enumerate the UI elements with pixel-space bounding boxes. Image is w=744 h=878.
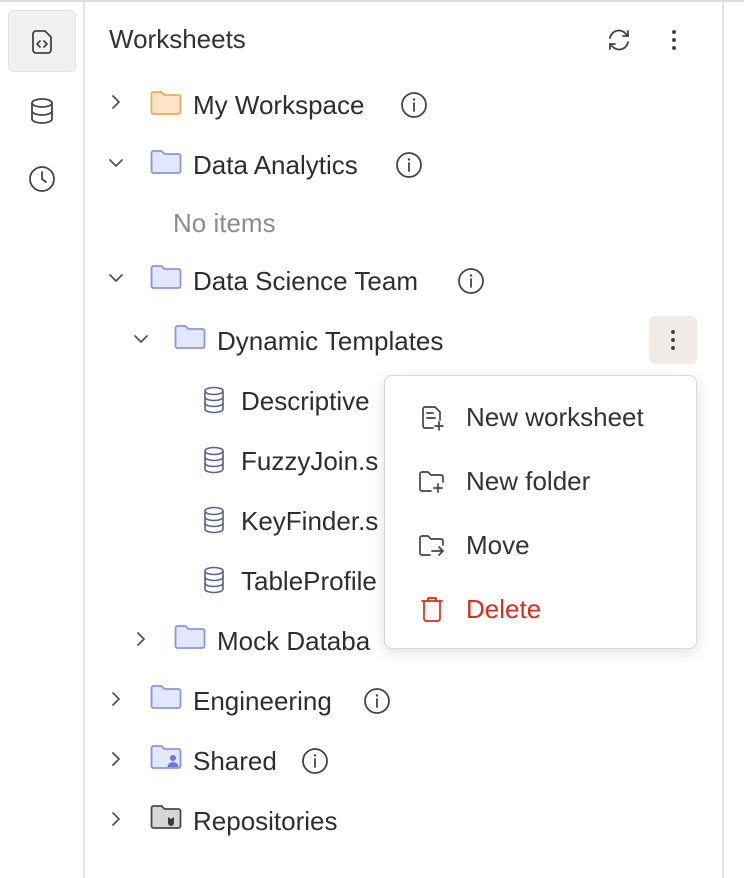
tree-item-label: FuzzyJoin.s bbox=[241, 446, 379, 476]
menu-item-label: Move bbox=[466, 529, 530, 560]
refresh-button[interactable] bbox=[601, 22, 637, 58]
tree-item-label: Engineering bbox=[193, 686, 332, 716]
tree-item-label: TableProfile bbox=[241, 566, 377, 596]
menu-item-label: New worksheet bbox=[466, 401, 644, 432]
chevron-right-icon[interactable] bbox=[106, 689, 126, 709]
info-icon[interactable] bbox=[400, 91, 428, 119]
database-file-icon bbox=[204, 446, 224, 474]
folder-icon bbox=[150, 685, 182, 709]
database-icon bbox=[31, 98, 53, 124]
chevron-right-icon[interactable] bbox=[131, 629, 151, 649]
chevron-down-icon[interactable] bbox=[131, 329, 151, 349]
folder-more-button[interactable] bbox=[649, 316, 697, 364]
tree-item-label: Mock Databa bbox=[217, 626, 371, 656]
new-worksheet-icon bbox=[422, 406, 444, 431]
move-folder-icon bbox=[419, 535, 444, 556]
top-border bbox=[0, 0, 744, 2]
folder-icon bbox=[150, 265, 182, 289]
databases-rail-button[interactable] bbox=[8, 80, 76, 142]
refresh-icon bbox=[609, 29, 629, 51]
chevron-right-icon[interactable] bbox=[106, 92, 126, 112]
trash-icon bbox=[421, 597, 443, 622]
info-icon[interactable] bbox=[301, 747, 329, 775]
tree-item-label: KeyFinder.s bbox=[241, 506, 379, 536]
tree-item-label: Data Analytics bbox=[193, 150, 358, 180]
folder-icon bbox=[174, 325, 206, 349]
worksheets-rail-button[interactable] bbox=[8, 10, 76, 72]
chevron-down-icon[interactable] bbox=[106, 268, 126, 288]
folder-context-menu: New worksheet New folder Move Delete bbox=[384, 375, 697, 649]
tree-item-label: Shared bbox=[193, 746, 277, 776]
folder-icon bbox=[150, 150, 182, 174]
info-icon[interactable] bbox=[363, 687, 391, 715]
database-file-icon bbox=[204, 566, 224, 594]
new-folder-icon bbox=[419, 471, 444, 493]
chevron-right-icon[interactable] bbox=[106, 809, 126, 829]
database-file-icon bbox=[204, 386, 224, 414]
tree-item-label: Dynamic Templates bbox=[217, 326, 444, 356]
more-vertical-icon bbox=[671, 330, 675, 350]
activity-rail bbox=[0, 2, 85, 878]
menu-item-move[interactable]: Move bbox=[385, 517, 696, 573]
menu-item-delete[interactable]: Delete bbox=[385, 581, 696, 637]
menu-item-label: Delete bbox=[466, 593, 542, 624]
chevron-right-icon[interactable] bbox=[106, 749, 126, 769]
chevron-down-icon[interactable] bbox=[106, 153, 126, 173]
tree-item-label: My Workspace bbox=[193, 90, 365, 120]
folder-icon bbox=[150, 91, 182, 115]
shared-folder-icon bbox=[150, 745, 182, 769]
tree-item-label: Repositories bbox=[193, 806, 338, 836]
header-more-button[interactable] bbox=[656, 22, 692, 58]
database-file-icon bbox=[204, 506, 224, 534]
panel-right-border bbox=[722, 2, 724, 878]
menu-item-new-worksheet[interactable]: New worksheet bbox=[385, 389, 696, 445]
more-vertical-icon bbox=[672, 30, 676, 50]
worksheet-code-icon bbox=[32, 30, 52, 54]
empty-folder-text: No items bbox=[173, 208, 276, 238]
menu-item-new-folder[interactable]: New folder bbox=[385, 453, 696, 509]
repository-folder-icon bbox=[150, 805, 182, 829]
clock-icon bbox=[29, 166, 55, 192]
history-rail-button[interactable] bbox=[8, 148, 76, 210]
folder-icon bbox=[174, 625, 206, 649]
menu-item-label: New folder bbox=[466, 465, 591, 496]
tree-item-label: Descriptive bbox=[241, 386, 370, 416]
panel-title: Worksheets bbox=[109, 24, 246, 54]
info-icon[interactable] bbox=[457, 267, 485, 295]
tree-item-label: Data Science Team bbox=[193, 266, 418, 296]
info-icon[interactable] bbox=[395, 151, 423, 179]
